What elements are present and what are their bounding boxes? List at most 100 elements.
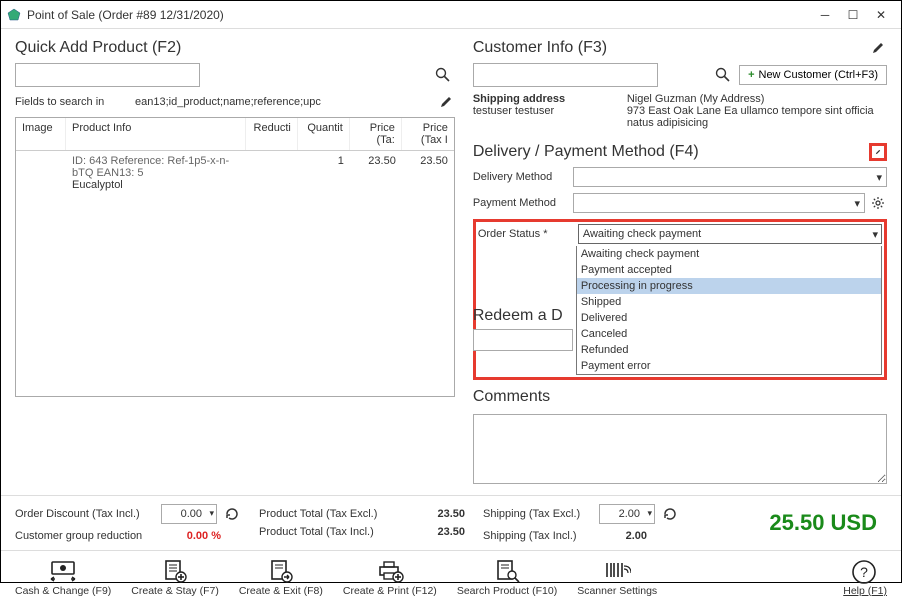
maximize-button[interactable]: ☐ xyxy=(839,5,867,25)
col-quantity: Quantit xyxy=(298,118,350,150)
ship-incl-label: Shipping (Tax Incl.) xyxy=(483,530,593,542)
document-search-icon xyxy=(493,559,521,583)
product-name: Eucalyptol xyxy=(72,179,240,191)
edit-customer-icon[interactable] xyxy=(869,39,887,57)
pt-incl-value: 23.50 xyxy=(405,526,465,538)
close-button[interactable]: ✕ xyxy=(867,5,895,25)
right-panel: Customer Info (F3) + New Customer (Ctrl+… xyxy=(473,39,887,487)
status-option[interactable]: Payment error xyxy=(577,358,881,374)
footer-toolbar: Cash & Change (F9) Create & Stay (F7) Cr… xyxy=(1,550,901,607)
col-product-info: Product Info xyxy=(66,118,246,150)
chevron-down-icon: ▾ xyxy=(854,197,860,210)
table-header: Image Product Info Reducti Quantit Price… xyxy=(16,118,454,151)
chevron-down-icon: ▾ xyxy=(209,508,214,519)
customer-search-input[interactable] xyxy=(473,63,658,87)
payment-method-select[interactable]: ▾ xyxy=(573,193,865,213)
order-discount-label: Order Discount (Tax Incl.) xyxy=(15,508,155,520)
comments-input[interactable] xyxy=(473,414,887,484)
status-option[interactable]: Shipped xyxy=(577,294,881,310)
cash-icon xyxy=(49,559,77,583)
chevron-down-icon: ▾ xyxy=(876,171,882,184)
titlebar: Point of Sale (Order #89 12/31/2020) ─ ☐… xyxy=(1,1,901,29)
cgr-value: 0.00 % xyxy=(161,530,221,542)
chevron-down-icon: ▾ xyxy=(872,228,878,241)
search-product-button[interactable]: Search Product (F10) xyxy=(457,559,557,597)
pt-excl-value: 23.50 xyxy=(405,508,465,520)
status-option[interactable]: Processing in progress xyxy=(577,278,881,294)
new-customer-label: New Customer (Ctrl+F3) xyxy=(759,69,879,81)
delivery-method-label: Delivery Method xyxy=(473,171,573,183)
cash-label: Cash & Change (F9) xyxy=(15,585,111,597)
status-option[interactable]: Delivered xyxy=(577,310,881,326)
grand-total: 25.50 USD xyxy=(697,510,887,536)
pt-excl-label: Product Total (Tax Excl.) xyxy=(259,508,399,520)
help-label: Help (F1) xyxy=(843,585,887,597)
pt-incl-label: Product Total (Tax Incl.) xyxy=(259,526,399,538)
stay-label: Create & Stay (F7) xyxy=(131,585,219,597)
shipping-addr-label: Shipping address testuser testuser xyxy=(473,93,613,129)
col-reduction: Reducti xyxy=(246,118,298,150)
product-search-input[interactable] xyxy=(15,63,200,87)
delivery-method-select[interactable]: ▾ xyxy=(573,167,887,187)
help-button[interactable]: ? Help (F1) xyxy=(843,559,887,597)
new-customer-button[interactable]: + New Customer (Ctrl+F3) xyxy=(739,65,887,85)
shipping-tester: testuser testuser xyxy=(473,105,613,117)
help-icon: ? xyxy=(851,559,879,583)
ship-excl-label: Shipping (Tax Excl.) xyxy=(483,508,593,520)
search-icon[interactable] xyxy=(435,67,451,83)
order-status-label: Order Status * xyxy=(478,228,578,240)
document-exit-icon xyxy=(267,559,295,583)
quick-add-heading: Quick Add Product (F2) xyxy=(15,39,455,57)
scanner-label: Scanner Settings xyxy=(577,585,657,597)
voucher-input[interactable] xyxy=(473,329,573,351)
create-stay-button[interactable]: Create & Stay (F7) xyxy=(131,559,219,597)
refresh-icon[interactable] xyxy=(223,505,241,523)
status-option[interactable]: Payment accepted xyxy=(577,262,881,278)
cell-price-incl: 23.50 xyxy=(396,155,448,191)
search-label: Search Product (F10) xyxy=(457,585,557,597)
customer-search-icon[interactable] xyxy=(715,67,731,83)
table-row[interactable]: ID: 643 Reference: Ref-1p5-x-n-bTQ EAN13… xyxy=(16,151,454,195)
shipping-addr-value: Nigel Guzman (My Address) 973 East Oak L… xyxy=(627,93,887,129)
window-title: Point of Sale (Order #89 12/31/2020) xyxy=(27,8,811,22)
pencil-icon[interactable] xyxy=(437,93,455,111)
fields-value: ean13;id_product;name;reference;upc xyxy=(135,96,437,108)
cgr-label: Customer group reduction xyxy=(15,530,155,542)
cash-change-button[interactable]: Cash & Change (F9) xyxy=(15,559,111,597)
redeem-heading: Redeem a D xyxy=(473,307,573,325)
products-table: Image Product Info Reducti Quantit Price… xyxy=(15,117,455,397)
document-plus-icon xyxy=(161,559,189,583)
status-option[interactable]: Canceled xyxy=(577,326,881,342)
ship-incl-value: 2.00 xyxy=(599,530,647,542)
cell-qty: 1 xyxy=(292,155,344,191)
barcode-icon xyxy=(603,559,631,583)
create-print-button[interactable]: Create & Print (F12) xyxy=(343,559,437,597)
refresh-icon[interactable] xyxy=(661,505,679,523)
create-exit-button[interactable]: Create & Exit (F8) xyxy=(239,559,323,597)
edit-delivery-icon[interactable] xyxy=(869,143,887,161)
exit-label: Create & Exit (F8) xyxy=(239,585,323,597)
app-icon xyxy=(7,8,21,22)
fields-label: Fields to search in xyxy=(15,96,135,108)
order-discount-input[interactable]: 0.00▾ xyxy=(161,504,217,524)
print-label: Create & Print (F12) xyxy=(343,585,437,597)
customer-heading: Customer Info (F3) xyxy=(473,39,869,57)
minimize-button[interactable]: ─ xyxy=(811,5,839,25)
gear-icon[interactable] xyxy=(869,194,887,212)
order-status-dropdown: Awaiting check payment Payment accepted … xyxy=(576,246,882,375)
col-price-incl: Price (Tax I xyxy=(402,118,454,150)
col-image: Image xyxy=(16,118,66,150)
order-status-select[interactable]: Awaiting check payment ▾ xyxy=(578,224,882,244)
col-price-excl: Price (Ta: xyxy=(350,118,402,150)
ship-excl-input[interactable]: 2.00▾ xyxy=(599,504,655,524)
delivery-heading: Delivery / Payment Method (F4) xyxy=(473,143,869,161)
printer-plus-icon xyxy=(376,559,404,583)
payment-method-label: Payment Method xyxy=(473,197,573,209)
status-option[interactable]: Refunded xyxy=(577,342,881,358)
comments-heading: Comments xyxy=(473,388,887,406)
status-option[interactable]: Awaiting check payment xyxy=(577,246,881,262)
plus-icon: + xyxy=(748,69,754,81)
cell-price-excl: 23.50 xyxy=(344,155,396,191)
product-ref-line: ID: 643 Reference: Ref-1p5-x-n-bTQ EAN13… xyxy=(72,155,240,179)
scanner-settings-button[interactable]: Scanner Settings xyxy=(577,559,657,597)
